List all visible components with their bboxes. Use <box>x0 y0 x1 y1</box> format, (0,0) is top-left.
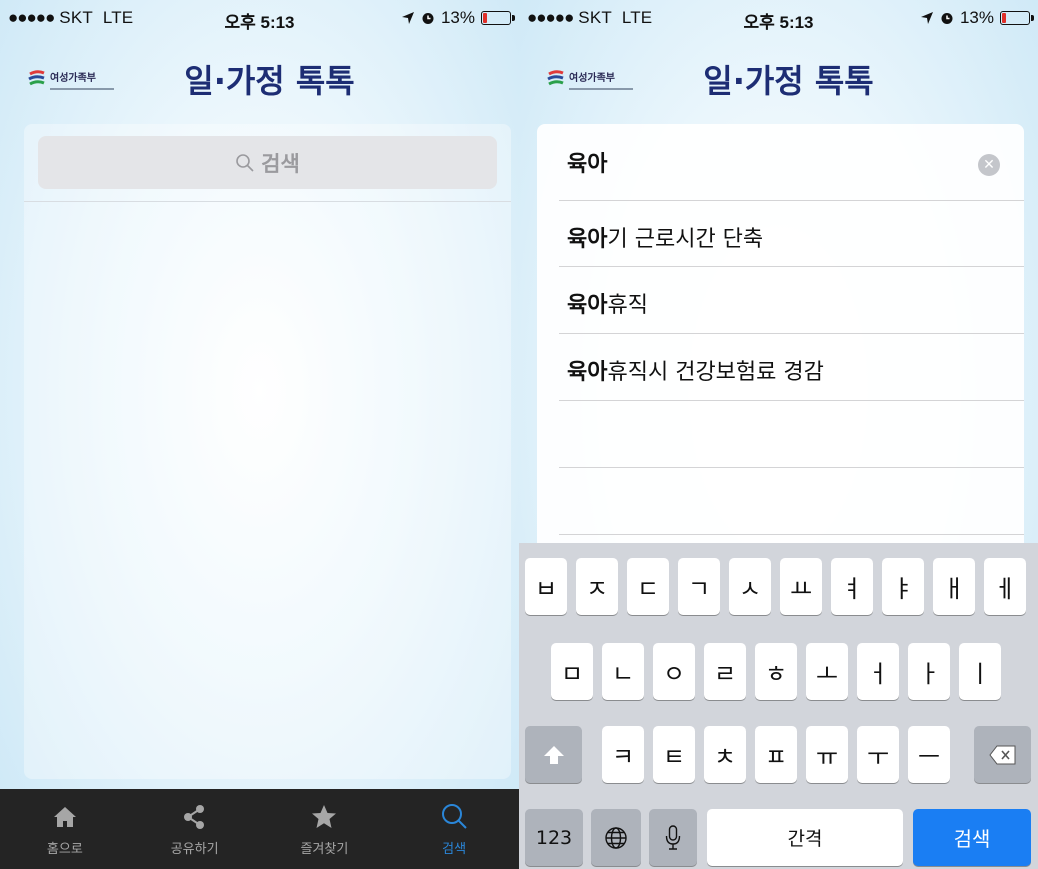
screen-right: ●●●●● SKT LTE 오후 5:13 13% 여성가족부 일·가정 톡톡 … <box>519 0 1038 869</box>
battery-icon <box>481 11 515 25</box>
home-icon <box>53 806 76 827</box>
alarm-icon <box>422 13 434 24</box>
key[interactable]: ㅜ <box>857 726 899 783</box>
search-icon <box>236 153 254 172</box>
suggestion-item[interactable]: 육아휴직시 건강보험료 경감 <box>567 354 824 386</box>
share-icon <box>183 804 204 829</box>
app-title: 일·가정 톡톡 <box>703 62 874 100</box>
globe-key[interactable] <box>591 809 641 866</box>
key[interactable]: ㅐ <box>933 558 975 615</box>
keyboard: ㅂ ㅈ ㄷ ㄱ ㅅ ㅛ ㅕ ㅑ ㅐ ㅔ ㅁ ㄴ ㅇ ㄹ ㅎ ㅗ ㅓ ㅏ ㅣ ㅋ … <box>519 543 1038 869</box>
key[interactable]: ㅕ <box>831 558 873 615</box>
key[interactable]: ㅅ <box>729 558 771 615</box>
key[interactable]: ㅎ <box>755 643 797 700</box>
key[interactable]: ㅠ <box>806 726 848 783</box>
search-icon <box>442 803 467 829</box>
location-arrow-icon <box>920 12 933 24</box>
key[interactable]: ㅗ <box>806 643 848 700</box>
key[interactable]: ㄴ <box>602 643 644 700</box>
search-field[interactable]: 검색 <box>38 136 497 189</box>
tab-favorites-label: 즐겨찾기 <box>300 841 349 857</box>
search-placeholder: 검색 <box>261 151 300 176</box>
screen-left: ●●●●● SKT LTE 오후 5:13 13% 여성가족부 일·가정 톡톡 … <box>0 0 519 869</box>
status-bar: ●●●●● SKT LTE 오후 5:13 13% <box>0 0 519 36</box>
key[interactable]: ㅑ <box>882 558 924 615</box>
key[interactable]: ㅓ <box>857 643 899 700</box>
key[interactable]: ㅁ <box>551 643 593 700</box>
key[interactable]: ㅛ <box>780 558 822 615</box>
tab-search-label: 검색 <box>442 841 467 857</box>
key[interactable]: ㅍ <box>755 726 797 783</box>
nav-bar: 여성가족부 일·가정 톡톡 <box>0 36 519 116</box>
tab-home[interactable]: 홈으로 <box>0 789 130 869</box>
backspace-icon <box>988 745 1015 764</box>
shift-key[interactable] <box>525 726 582 783</box>
key[interactable]: ㅏ <box>908 643 950 700</box>
app-title: 일·가정 톡톡 <box>184 62 355 100</box>
key[interactable]: ㅡ <box>908 726 950 783</box>
dictation-key[interactable] <box>649 809 697 866</box>
delete-key[interactable] <box>974 726 1031 783</box>
content-panel: 검색 <box>24 124 511 779</box>
key[interactable]: ㅊ <box>704 726 746 783</box>
space-key[interactable]: 간격 <box>707 809 903 866</box>
tab-share[interactable]: 공유하기 <box>130 789 260 869</box>
key[interactable]: ㅈ <box>576 558 618 615</box>
location-arrow-icon <box>401 12 414 24</box>
microphone-icon <box>665 824 681 850</box>
numbers-key[interactable]: 123 <box>525 809 583 866</box>
tab-home-label: 홈으로 <box>46 841 83 857</box>
battery-icon <box>1000 11 1034 25</box>
key[interactable]: ㅋ <box>602 726 644 783</box>
key[interactable]: ㄷ <box>627 558 669 615</box>
clear-icon: ✕ <box>983 157 995 173</box>
nav-bar: 여성가족부 일·가정 톡톡 <box>519 36 1038 116</box>
battery-percent: 13% <box>440 8 475 27</box>
key[interactable]: ㅌ <box>653 726 695 783</box>
search-results-panel: 육아 ✕ 육아기 근로시간 단축 육아휴직 육아휴직시 건강보험료 경감 <box>537 124 1024 544</box>
star-icon <box>312 804 337 828</box>
suggestion-item[interactable]: 육아기 근로시간 단축 <box>567 221 763 253</box>
clear-search-button[interactable]: ✕ <box>978 154 1000 176</box>
tab-share-label: 공유하기 <box>170 841 219 857</box>
key[interactable]: ㅔ <box>984 558 1026 615</box>
suggestion-item[interactable]: 육아휴직 <box>567 287 648 319</box>
battery-percent: 13% <box>959 8 994 27</box>
shift-arrow-icon <box>543 745 564 764</box>
alarm-icon <box>941 13 953 24</box>
tab-favorites[interactable]: 즐겨찾기 <box>260 789 390 869</box>
search-key[interactable]: 검색 <box>913 809 1031 866</box>
key[interactable]: ㅂ <box>525 558 567 615</box>
tab-search[interactable]: 검색 <box>389 789 519 869</box>
globe-icon <box>605 826 627 849</box>
key[interactable]: ㅇ <box>653 643 695 700</box>
tab-bar: 홈으로 공유하기 즐겨찾기 검색 <box>0 789 519 869</box>
status-bar: ●●●●● SKT LTE 오후 5:13 13% <box>519 0 1038 36</box>
key[interactable]: ㄹ <box>704 643 746 700</box>
key[interactable]: ㄱ <box>678 558 720 615</box>
key[interactable]: ㅣ <box>959 643 1001 700</box>
search-input[interactable]: 육아 <box>567 146 607 178</box>
